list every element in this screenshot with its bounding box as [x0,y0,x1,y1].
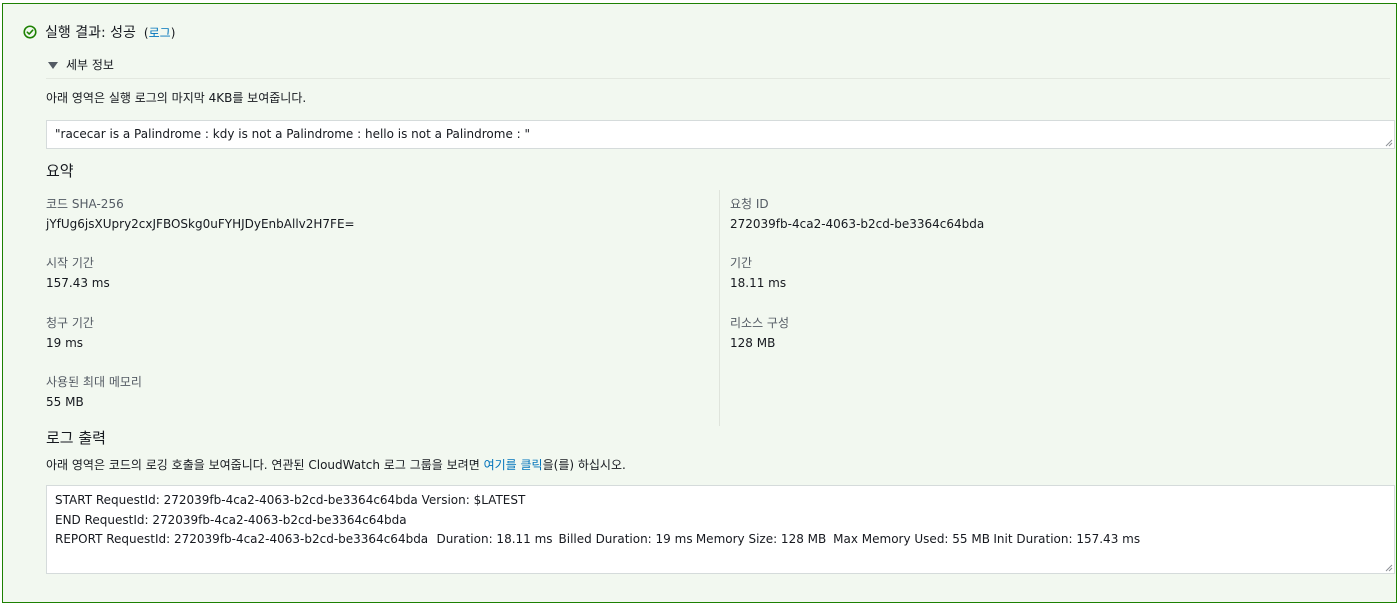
cloudwatch-link[interactable]: 여기를 클릭 [484,458,543,472]
execution-result-panel: 실행 결과: 성공 (로그) 세부 정보 아래 영역은 실행 로그의 마지막 4… [2,3,1397,603]
details-toggle-label: 세부 정보 [66,58,114,72]
resize-handle-icon[interactable] [1384,563,1393,572]
log-line: END RequestId: 272039fb-4ca2-4063-b2cd-b… [55,512,407,527]
result-output-textarea[interactable]: "racecar is a Palindrome : kdy is not a … [46,120,1395,149]
result-output-text: "racecar is a Palindrome : kdy is not a … [55,127,531,141]
log-desc-suffix: 을(를) 하십시오. [542,458,626,472]
summary-title: 요약 [46,162,74,180]
request-id-value: 272039fb-4ca2-4063-b2cd-be3364c64bda [730,217,985,231]
log-line: REPORT RequestId: 272039fb-4ca2-4063-b2c… [55,532,1141,546]
result-status-title: 실행 결과: 성공 [45,25,136,41]
init-duration-value: 157.43 ms [46,276,110,290]
init-duration-label: 시작 기간 [46,256,94,270]
details-toggle[interactable]: 세부 정보 [48,56,114,73]
log-link[interactable]: 로그 [149,26,171,40]
duration-value: 18.11 ms [730,276,787,290]
code-sha-label: 코드 SHA-256 [46,197,124,211]
billed-duration-label: 청구 기간 [46,316,94,330]
log-link-wrapper: (로그) [144,24,175,41]
log-output-description: 아래 영역은 코드의 로깅 호출을 보여줍니다. 연관된 CloudWatch … [46,456,626,473]
log-output-title: 로그 출력 [46,429,106,447]
details-divider [46,78,1390,79]
code-sha-value: jYfUg6jsXUpry2cxJFBOSkg0uFYHJDyEnbAllv2H… [46,217,355,231]
log-line: START RequestId: 272039fb-4ca2-4063-b2cd… [55,493,526,507]
billed-duration-value: 19 ms [46,336,84,350]
log-desc-prefix: 아래 영역은 코드의 로깅 호출을 보여줍니다. 연관된 CloudWatch … [46,458,484,472]
resources-label: 리소스 구성 [730,316,790,330]
max-memory-label: 사용된 최대 메모리 [46,375,142,389]
resize-handle-icon[interactable] [1384,138,1393,147]
max-memory-value: 55 MB [46,395,84,409]
caret-down-icon [48,61,58,69]
column-separator [719,190,720,426]
log-output-textarea[interactable]: START RequestId: 272039fb-4ca2-4063-b2cd… [46,485,1395,574]
duration-label: 기간 [730,256,753,270]
check-circle-icon [23,25,37,39]
resources-value: 128 MB [730,336,776,350]
request-id-label: 요청 ID [730,197,769,211]
result-header: 실행 결과: 성공 (로그) [23,22,175,42]
paren-close: ) [170,25,176,40]
details-description: 아래 영역은 실행 로그의 마지막 4KB를 보여줍니다. [46,91,307,105]
